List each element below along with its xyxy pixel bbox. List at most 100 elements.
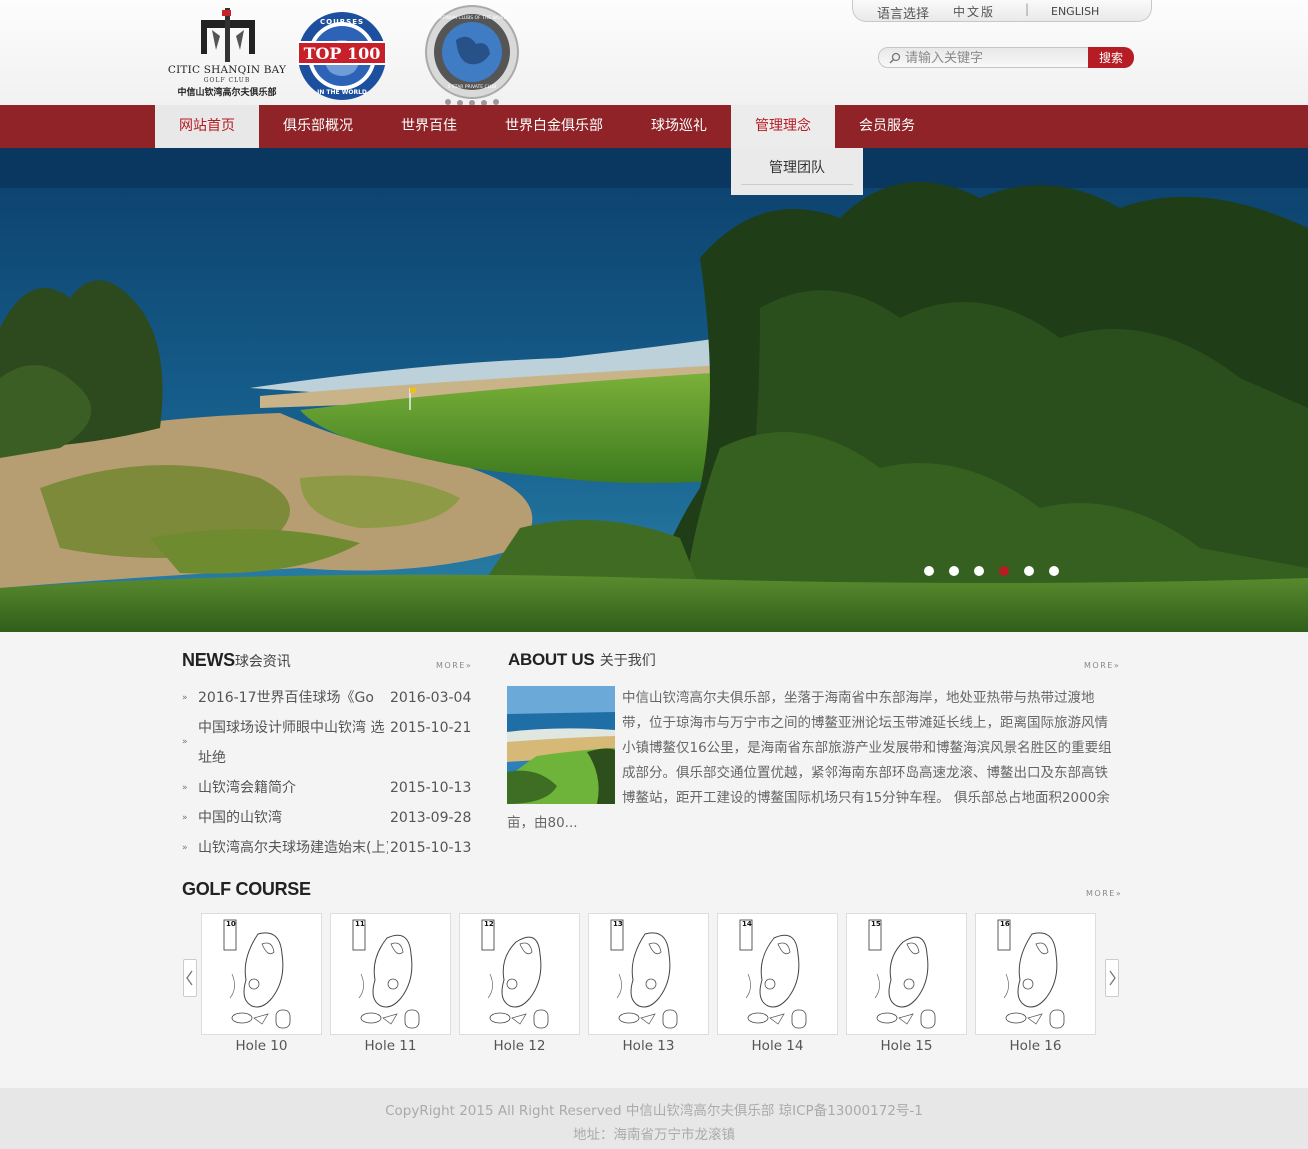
- slider-dot[interactable]: [1049, 566, 1059, 576]
- slider-dot[interactable]: [924, 566, 934, 576]
- slider-dot[interactable]: [999, 566, 1009, 576]
- language-separator: |: [1025, 2, 1030, 16]
- club-logo[interactable]: CITIC SHANQIN BAY GOLF CLUB 中信山钦湾高尔夫俱乐部: [164, 4, 290, 100]
- platinum-badge-ring-text: PLATINUM CLUBS OF THE WORLD: [434, 15, 510, 21]
- footer-copyright: CopyRight 2015 All Right Reserved 中信山钦湾高…: [385, 1103, 923, 1119]
- slider-dot[interactable]: [974, 566, 984, 576]
- top100-badge-icon: TOP 100 COURSES IN THE WORLD: [297, 12, 387, 100]
- hole-map-image: 12: [477, 916, 563, 1032]
- nav-item-course-tour[interactable]: 球场巡礼: [627, 105, 731, 148]
- slider-dot[interactable]: [949, 566, 959, 576]
- hole-map-image: 15: [864, 916, 950, 1032]
- hole-label[interactable]: Hole 14: [717, 1038, 838, 1054]
- hole-map-image: 14: [735, 916, 821, 1032]
- news-item-title[interactable]: 中国的山钦湾: [198, 803, 388, 833]
- hole-map-number: 15: [871, 920, 881, 928]
- news-item-title[interactable]: 中国球场设计师眼中山钦湾 选址绝: [198, 713, 388, 773]
- news-item-date: 2015-10-21: [390, 720, 472, 736]
- news-title-cn: 球会资讯: [234, 654, 291, 670]
- news-item-date: 2013-09-28: [390, 810, 472, 826]
- hole-card[interactable]: 10: [201, 913, 322, 1035]
- news-item[interactable]: » 山钦湾高尔夫球场建造始末(上) 2015-10-13: [182, 833, 472, 863]
- news-more-link[interactable]: MORE»: [436, 661, 472, 670]
- slider-dot[interactable]: [1024, 566, 1034, 576]
- news-item[interactable]: » 中国的山钦湾 2013-09-28: [182, 803, 472, 833]
- logo-text-sub: GOLF CLUB: [203, 77, 251, 84]
- nav-item-management[interactable]: 管理理念: [731, 105, 835, 148]
- about-section-title: ABOUT US 关于我们: [508, 650, 656, 670]
- hole-label[interactable]: Hole 12: [459, 1038, 580, 1054]
- nav-item-platinum-club[interactable]: 世界白金俱乐部: [481, 105, 627, 148]
- news-item[interactable]: » 山钦湾会籍简介 2015-10-13: [182, 773, 472, 803]
- carousel-prev-button[interactable]: [183, 959, 197, 997]
- hole-card[interactable]: 13: [588, 913, 709, 1035]
- news-item[interactable]: » 2016-17世界百佳球场《Go 2016-03-04: [182, 683, 472, 713]
- hole-label[interactable]: Hole 13: [588, 1038, 709, 1054]
- golf-course-more-link[interactable]: MORE»: [1086, 889, 1122, 898]
- hole-label[interactable]: Hole 10: [201, 1038, 322, 1054]
- hole-map-number: 11: [355, 920, 365, 928]
- hole-map-image: 11: [348, 916, 434, 1032]
- language-selector: 语言选择 中文版 | ENGLISH: [852, 0, 1152, 22]
- nav-item-home[interactable]: 网站首页: [155, 105, 259, 148]
- hole-card[interactable]: 12: [459, 913, 580, 1035]
- language-chinese-link[interactable]: 中文版: [953, 3, 995, 20]
- hole-map-image: 10: [219, 916, 305, 1032]
- hole-map-image: 16: [993, 916, 1079, 1032]
- chevron-right-icon: [1109, 970, 1116, 986]
- news-bullet-icon: »: [182, 737, 188, 747]
- hole-map-number: 16: [1000, 920, 1010, 928]
- management-submenu: 管理团队: [731, 148, 863, 195]
- footer-address: 地址：海南省万宁市龙滚镇: [573, 1127, 735, 1143]
- nav-item-club-overview[interactable]: 俱乐部概况: [259, 105, 377, 148]
- news-item-date: 2015-10-13: [390, 840, 472, 856]
- site-footer: CopyRight 2015 All Right Reserved 中信山钦湾高…: [0, 1088, 1308, 1149]
- logo-text-en: CITIC SHANQIN BAY: [167, 64, 287, 76]
- search-bar: 搜索: [878, 47, 1134, 68]
- hole-map-image: 13: [606, 916, 692, 1032]
- news-bullet-icon: »: [182, 843, 188, 853]
- search-input[interactable]: [905, 49, 1085, 67]
- about-title-en: ABOUT US: [508, 650, 595, 669]
- search-button[interactable]: 搜索: [1088, 47, 1134, 68]
- hole-map-number: 14: [742, 920, 752, 928]
- news-bullet-icon: »: [182, 693, 188, 703]
- news-item-title[interactable]: 山钦湾会籍简介: [198, 773, 388, 803]
- submenu-item-management-team[interactable]: 管理团队: [741, 157, 853, 185]
- hole-card[interactable]: 16: [975, 913, 1096, 1035]
- platinum-badge-ring-bottom: 5 STAR PRIVATE CLUB: [448, 84, 497, 90]
- search-box: [878, 47, 1090, 68]
- news-section-title: NEWS球会资讯: [182, 650, 291, 671]
- news-item-title[interactable]: 2016-17世界百佳球场《Go: [198, 683, 388, 713]
- hole-label[interactable]: Hole 16: [975, 1038, 1096, 1054]
- news-title-en: NEWS: [182, 650, 235, 670]
- news-bullet-icon: »: [182, 813, 188, 823]
- site-header: CITIC SHANQIN BAY GOLF CLUB 中信山钦湾高尔夫俱乐部 …: [0, 0, 1308, 106]
- platinum-clubs-badge-icon: PLATINUM CLUBS OF THE WORLD 5 STAR PRIVA…: [425, 5, 519, 106]
- news-item-title[interactable]: 山钦湾高尔夫球场建造始末(上): [198, 833, 388, 863]
- top100-badge-center-text: TOP 100: [304, 44, 381, 63]
- club-logo-mark-icon: [201, 8, 255, 62]
- about-coast-image[interactable]: [507, 686, 615, 804]
- nav-item-world-top100[interactable]: 世界百佳: [377, 105, 481, 148]
- language-english-link[interactable]: ENGLISH: [1051, 5, 1099, 18]
- hole-card[interactable]: 15: [846, 913, 967, 1035]
- hole-label[interactable]: Hole 11: [330, 1038, 451, 1054]
- news-bullet-icon: »: [182, 783, 188, 793]
- hero-slider[interactable]: [0, 148, 1308, 632]
- golf-course-title-en: GOLF COURSE: [182, 879, 311, 899]
- search-icon: [889, 52, 901, 64]
- hole-map-number: 13: [613, 920, 623, 928]
- top100-badge-ring-bottom: IN THE WORLD: [317, 89, 367, 96]
- main-nav: 网站首页 俱乐部概况 世界百佳 世界白金俱乐部 球场巡礼 管理理念 会员服务: [0, 105, 1308, 148]
- nav-item-member-services[interactable]: 会员服务: [835, 105, 939, 148]
- hole-map-number: 12: [484, 920, 494, 928]
- hero-golf-landscape-image: [0, 148, 1308, 632]
- news-item[interactable]: » 中国球场设计师眼中山钦湾 选址绝 2015-10-21: [182, 713, 472, 773]
- hole-map-number: 10: [226, 920, 236, 928]
- carousel-next-button[interactable]: [1105, 959, 1119, 997]
- hole-label[interactable]: Hole 15: [846, 1038, 967, 1054]
- about-more-link[interactable]: MORE»: [1084, 661, 1120, 670]
- hole-card[interactable]: 11: [330, 913, 451, 1035]
- hole-card[interactable]: 14: [717, 913, 838, 1035]
